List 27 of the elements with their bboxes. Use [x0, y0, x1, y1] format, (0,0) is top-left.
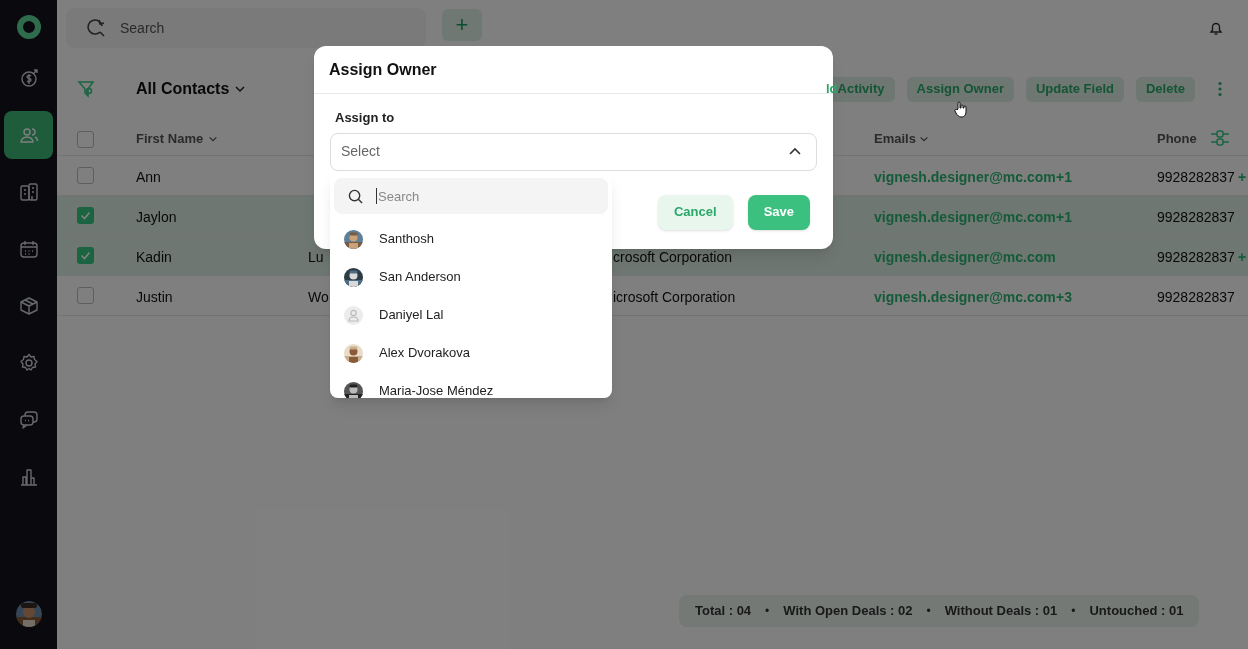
table-cell-text: Jaylon [136, 208, 177, 227]
summary-stat: Untouched : 01 [1089, 602, 1184, 621]
dialog-title: Assign Owner [329, 59, 437, 80]
table-cell-text: Ann [136, 168, 161, 187]
field-label: Assign to [335, 109, 396, 127]
summary-stat: Without Deals : 01 [944, 602, 1058, 621]
separator-dot: • [1071, 603, 1076, 620]
table-cell-text: Justin [136, 288, 173, 307]
separator-dot: • [765, 603, 770, 620]
table-cell-text: icrosoft Corporation [613, 288, 736, 307]
table-cell-text: 9928282837 [1157, 168, 1235, 187]
select-placeholder: Select [341, 142, 380, 161]
extra-count-label: +3 [1056, 288, 1072, 307]
summary-stat: With Open Deals : 02 [783, 602, 913, 621]
table-cell-text: Wo [308, 288, 329, 307]
table-cell-text: 9928282837 [1157, 288, 1235, 307]
separator-dot: • [926, 603, 931, 620]
table-cell-text: 9928282837 [1157, 248, 1235, 267]
extra-count-label: + [1238, 248, 1247, 267]
extra-count-label: +1 [1056, 168, 1072, 187]
extra-count-label: + [1238, 168, 1247, 187]
table-cell-text: Kadin [136, 248, 172, 267]
table-cell-text: 9928282837 [1157, 208, 1235, 227]
summary-stat: Total : 04 [695, 602, 752, 621]
extra-count-label: +1 [1056, 208, 1072, 227]
table-cell-text: crosoft Corporation [613, 248, 733, 267]
table-cell-text: Lu [308, 248, 324, 267]
